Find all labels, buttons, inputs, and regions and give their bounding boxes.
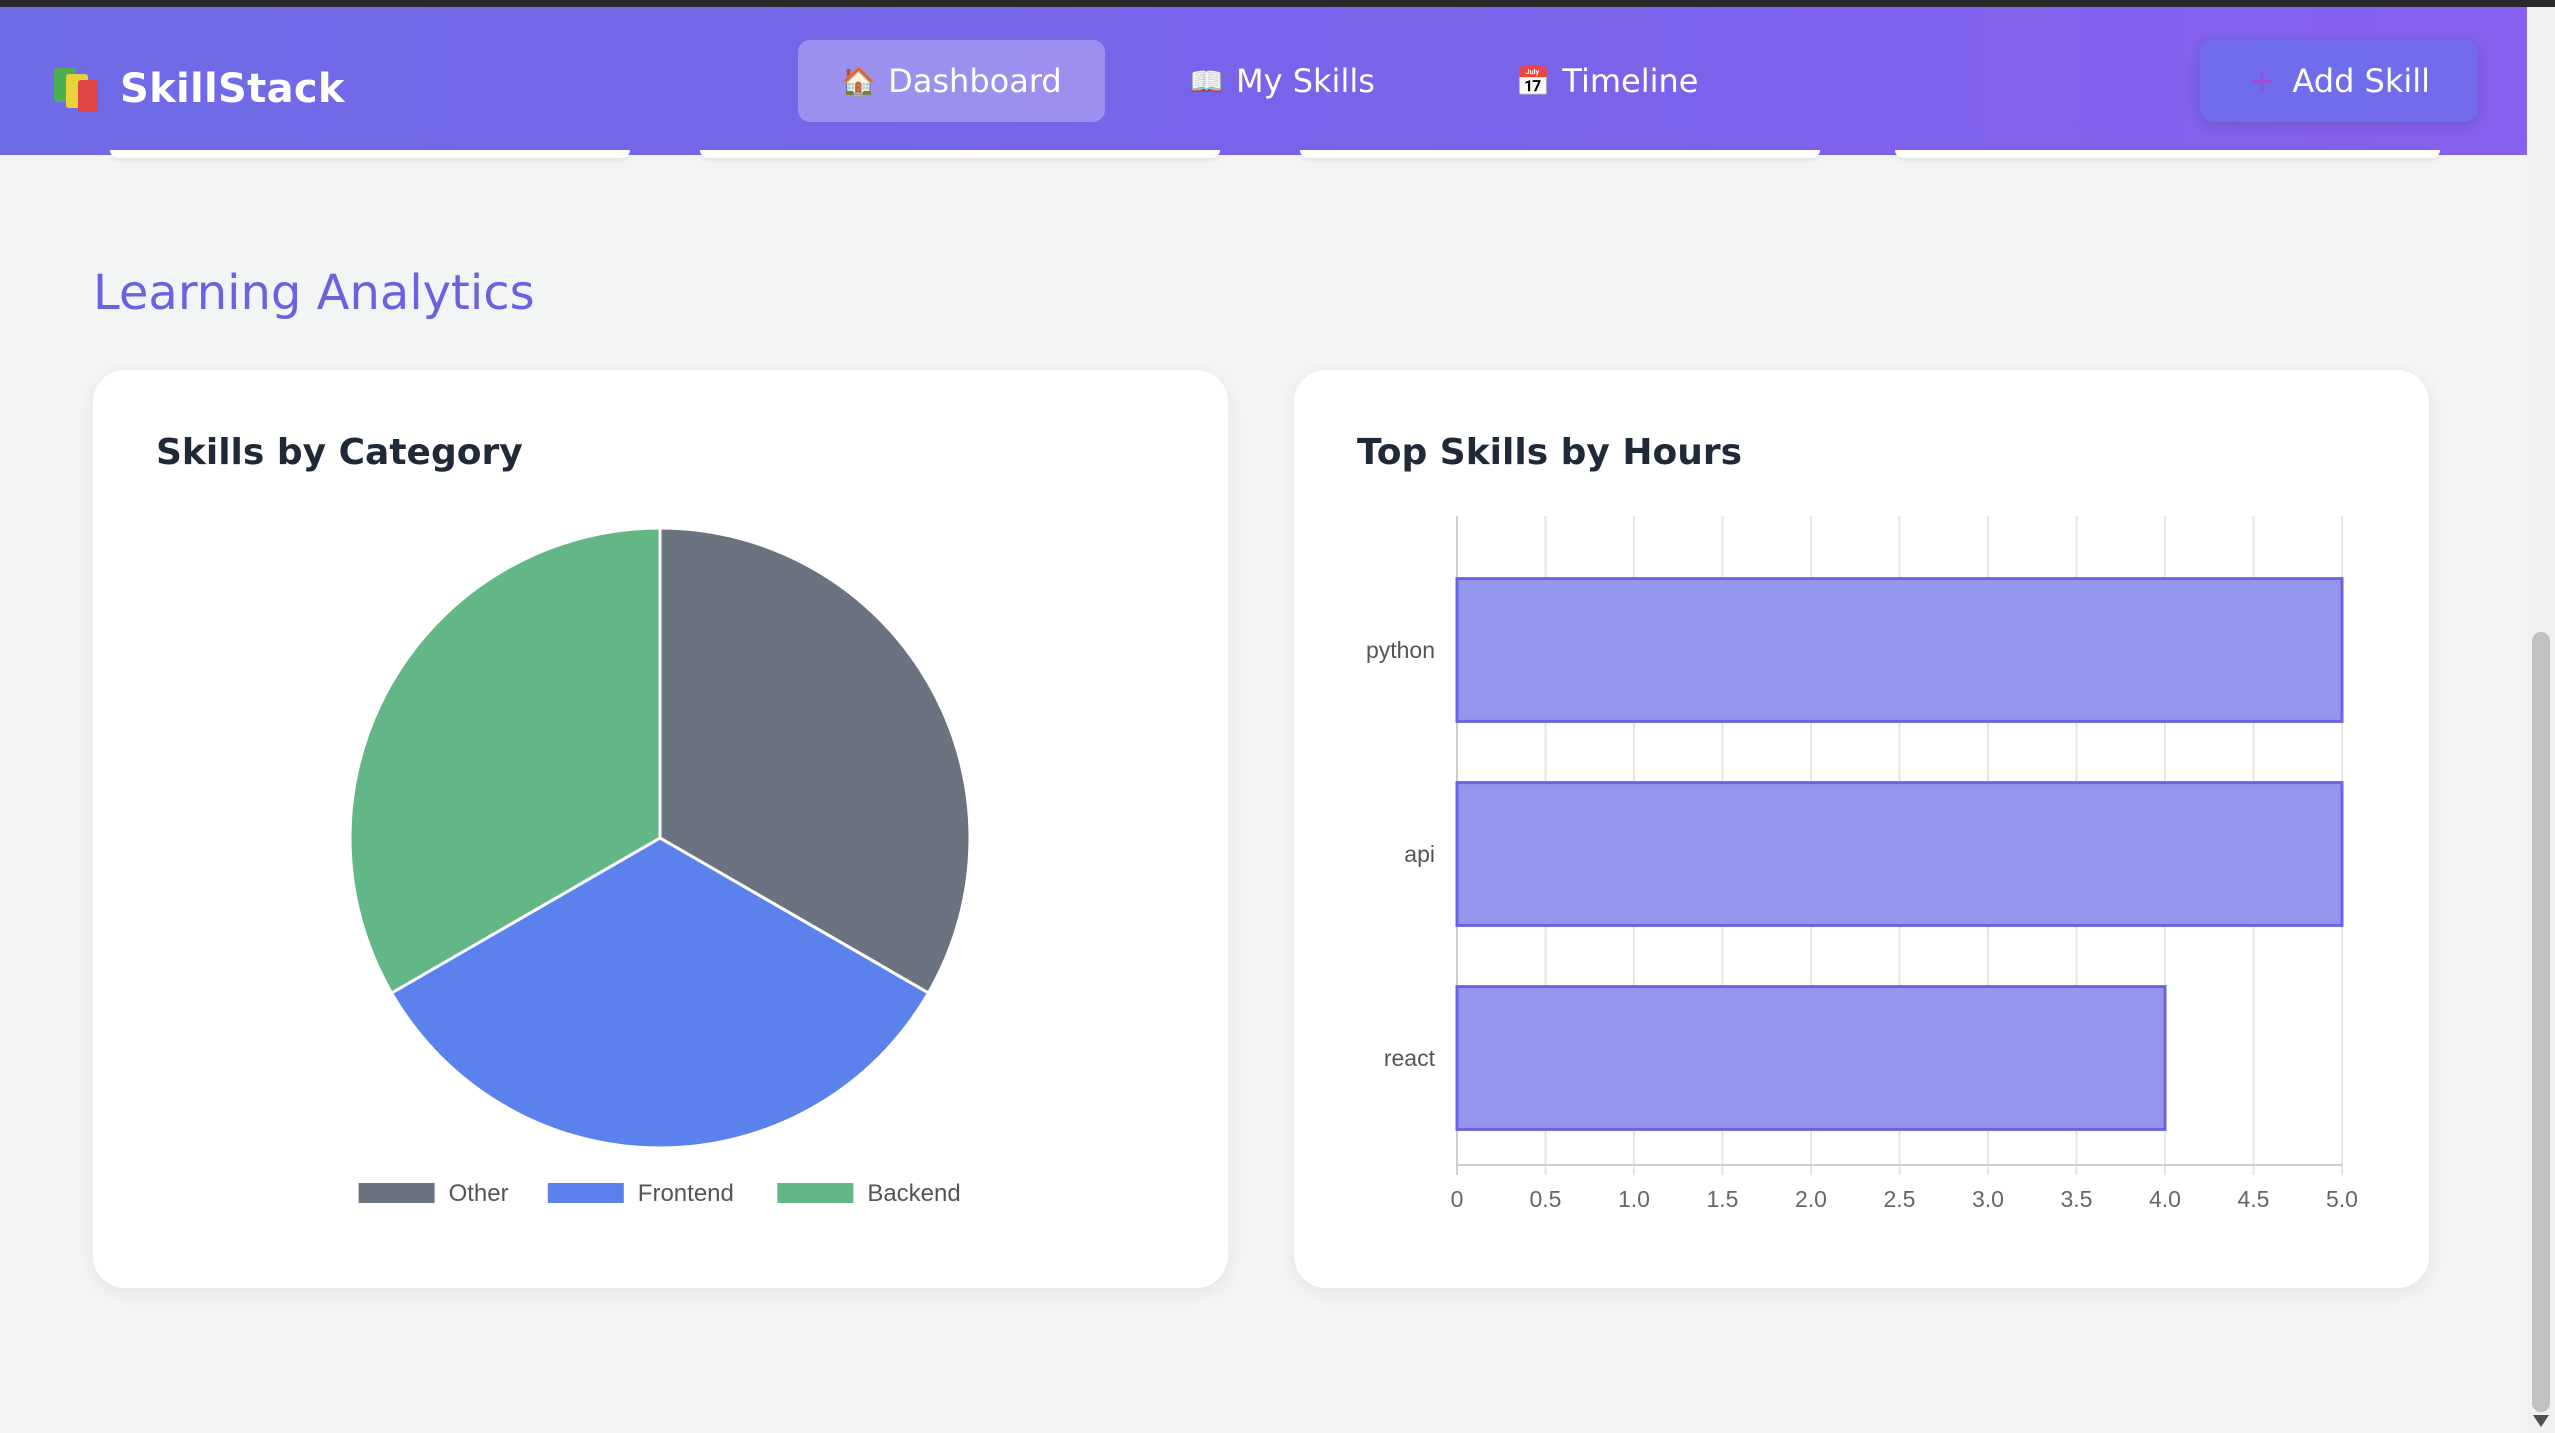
x-tick-label: 1.5 — [1707, 1186, 1739, 1212]
calendar-icon: 📅 — [1515, 64, 1551, 98]
nav-my-skills[interactable]: 📖 My Skills — [1167, 40, 1397, 122]
browser-top-edge — [0, 0, 2555, 7]
top-navbar: SkillStack 🏠 Dashboard 📖 My Skills 📅 Tim… — [0, 7, 2527, 155]
bar-react[interactable] — [1455, 985, 2167, 1131]
hours-chart-card: Top Skills by Hours 0 0.5 1.0 1.5 2.0 2.5 3.0 3… — [1294, 370, 2429, 1288]
page-scrollbar[interactable] — [2527, 7, 2555, 1433]
nav-dashboard[interactable]: 🏠 Dashboard — [798, 40, 1105, 122]
house-icon: 🏠 — [841, 64, 877, 98]
legend-label-frontend[interactable]: Frontend — [638, 1180, 734, 1207]
plus-icon: + — [2247, 61, 2277, 101]
x-tick-label: 0 — [1451, 1186, 1464, 1212]
y-category-label: python — [1366, 637, 1435, 663]
legend-swatch-frontend[interactable] — [547, 1183, 624, 1203]
nav-dashboard-label: Dashboard — [888, 62, 1062, 100]
legend-label-backend[interactable]: Backend — [867, 1180, 960, 1207]
legend-swatch-other[interactable] — [358, 1183, 435, 1203]
bar-api[interactable] — [1455, 781, 2344, 927]
nav-my-skills-label: My Skills — [1235, 62, 1375, 100]
category-pie-chart: Other Frontend Backend — [348, 526, 972, 1207]
x-tick-label: 3.5 — [2061, 1186, 2093, 1212]
bar-python[interactable] — [1455, 577, 2344, 723]
section-title: Learning Analytics — [93, 265, 535, 321]
x-tick-label: 0.5 — [1530, 1186, 1562, 1212]
books-icon — [52, 66, 104, 112]
app-name: SkillStack — [120, 66, 345, 112]
x-tick-label: 4.0 — [2149, 1186, 2181, 1212]
x-tick-label: 5.0 — [2326, 1186, 2358, 1212]
x-tick-label: 4.5 — [2238, 1186, 2270, 1212]
y-category-label: react — [1384, 1045, 1436, 1071]
y-category-label: api — [1404, 841, 1435, 867]
x-tick-label: 2.0 — [1795, 1186, 1827, 1212]
brand[interactable]: SkillStack — [52, 61, 345, 117]
scroll-down-arrow-icon[interactable] — [2533, 1415, 2549, 1427]
x-tick-label: 3.0 — [1972, 1186, 2004, 1212]
x-tick-label: 1.0 — [1618, 1186, 1650, 1212]
category-chart-card: Skills by Category Other Frontend Backend — [93, 370, 1228, 1288]
open-book-icon: 📖 — [1189, 64, 1224, 98]
x-tick-label: 2.5 — [1884, 1186, 1916, 1212]
legend-label-other[interactable]: Other — [449, 1180, 509, 1207]
add-skill-button[interactable]: + Add Skill — [2200, 40, 2478, 122]
nav-timeline-label: Timeline — [1562, 62, 1699, 100]
hours-bar-chart: 0 0.5 1.0 1.5 2.0 2.5 3.0 3.5 4.0 4.5 5.0 python api… — [1366, 516, 2358, 1212]
legend-swatch-backend[interactable] — [777, 1183, 854, 1203]
nav-timeline[interactable]: 📅 Timeline — [1482, 40, 1732, 122]
scrollbar-thumb[interactable] — [2532, 632, 2550, 1412]
add-skill-label: Add Skill — [2292, 62, 2431, 100]
